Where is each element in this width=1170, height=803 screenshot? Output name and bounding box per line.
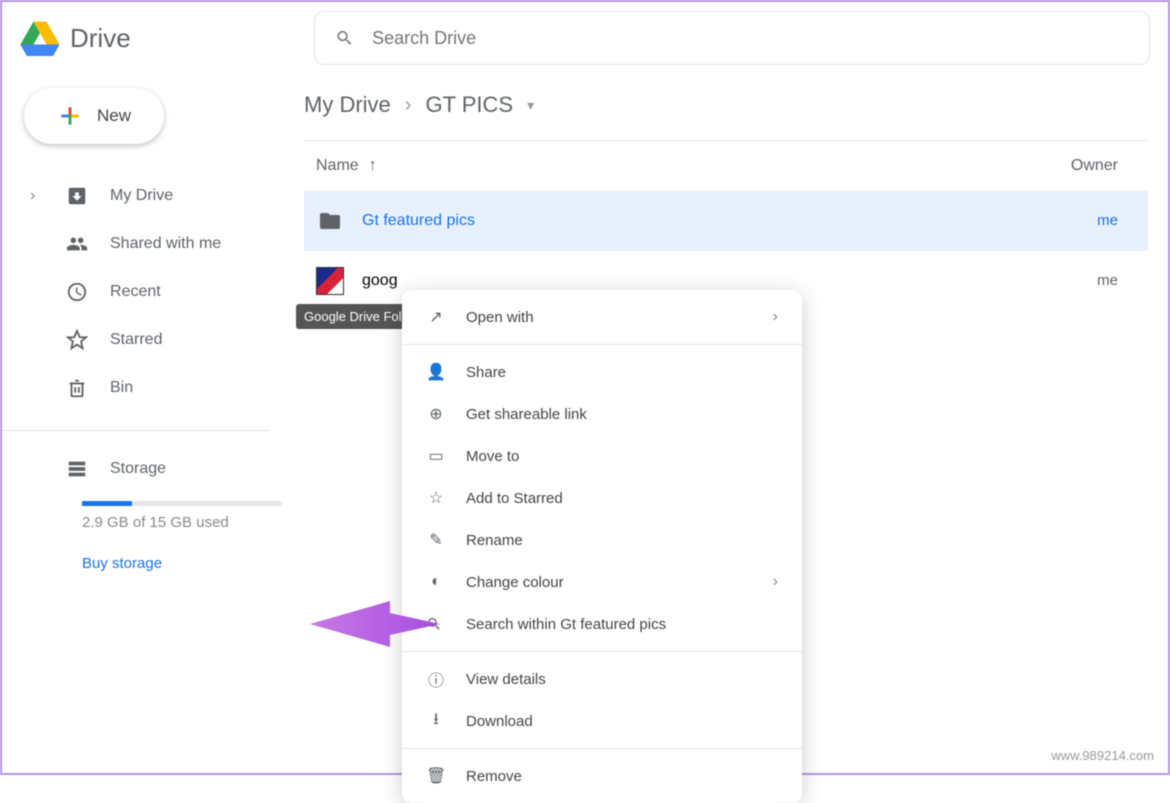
image-thumbnail-icon [316, 267, 344, 295]
folder-icon [316, 209, 344, 233]
breadcrumb: My Drive › GT PICS ▾ [304, 92, 1148, 141]
search-icon [335, 28, 354, 48]
plus-icon [57, 103, 83, 129]
separator [402, 748, 802, 749]
chevron-right-icon: › [30, 187, 44, 205]
storage-progress [82, 501, 282, 506]
table-row[interactable]: Gt featured pics me [304, 191, 1148, 251]
nav-label: Recent [110, 283, 161, 301]
ctx-rename[interactable]: ✎ Rename [402, 519, 802, 561]
trash-icon: 🗑 [426, 766, 446, 786]
person-add-icon: 👤 [426, 362, 446, 382]
ctx-view-details[interactable]: ⓘ View details [402, 658, 802, 700]
ctx-remove[interactable]: 🗑 Remove [402, 755, 802, 797]
sidebar-item-mydrive[interactable]: › My Drive [24, 172, 292, 220]
pencil-icon: ✎ [426, 530, 446, 550]
annotation-arrow-icon [310, 589, 440, 659]
nav-label: Shared with me [110, 235, 221, 253]
nav-label: My Drive [110, 187, 173, 205]
chevron-right-icon: › [405, 94, 412, 117]
search-input[interactable] [372, 28, 1129, 49]
ctx-move-to[interactable]: ▭ Move to [402, 435, 802, 477]
search-bar[interactable] [314, 11, 1150, 65]
storage-icon [66, 458, 88, 480]
breadcrumb-root[interactable]: My Drive [304, 92, 391, 118]
chevron-down-icon[interactable]: ▾ [527, 97, 534, 114]
buy-storage-link[interactable]: Buy storage [82, 555, 292, 572]
file-name: goog [362, 272, 398, 290]
storage-label: Storage [110, 460, 166, 478]
new-button-label: New [97, 106, 131, 126]
breadcrumb-current[interactable]: GT PICS [425, 92, 513, 118]
move-icon: ▭ [426, 446, 446, 466]
chevron-right-icon: › [773, 573, 778, 591]
header: Drive [2, 2, 1168, 74]
sidebar-item-recent[interactable]: Recent [24, 268, 292, 316]
divider [2, 430, 270, 431]
mydrive-icon [66, 185, 88, 207]
sidebar-item-shared[interactable]: Shared with me [24, 220, 292, 268]
sidebar: New › My Drive Shared with me Recent Sta… [2, 74, 292, 773]
separator [402, 344, 802, 345]
drive-logo-icon [20, 20, 60, 56]
file-name[interactable]: Gt featured pics [362, 212, 475, 230]
link-icon: ⊕ [426, 404, 446, 424]
context-menu: ↗ Open with › 👤 Share ⊕ Get shareable li… [402, 290, 802, 803]
trash-icon [66, 377, 88, 399]
storage-text: 2.9 GB of 15 GB used [82, 514, 292, 531]
sidebar-item-starred[interactable]: Starred [24, 316, 292, 364]
info-icon: ⓘ [426, 667, 446, 691]
star-icon: ☆ [426, 488, 446, 508]
people-icon [66, 233, 88, 255]
app-name: Drive [70, 23, 131, 54]
watermark: www.989214.com [1051, 748, 1154, 763]
nav-label: Starred [110, 331, 162, 349]
ctx-shareable-link[interactable]: ⊕ Get shareable link [402, 393, 802, 435]
clock-icon [66, 281, 88, 303]
chevron-right-icon: › [773, 308, 778, 326]
ctx-download[interactable]: ⭳ Download [402, 700, 802, 742]
ctx-change-colour[interactable]: ◐ Change colour › [402, 561, 802, 603]
col-name[interactable]: Name ↑ [316, 157, 377, 175]
nav-label: Bin [110, 379, 133, 397]
ctx-open-with[interactable]: ↗ Open with › [402, 296, 802, 338]
column-headers: Name ↑ Owner [304, 141, 1148, 191]
arrow-up-icon: ↑ [369, 157, 377, 175]
sidebar-item-storage[interactable]: Storage [24, 449, 292, 489]
file-owner: me [1097, 212, 1118, 229]
col-owner[interactable]: Owner [1071, 157, 1118, 175]
star-icon [66, 329, 88, 351]
logo-area[interactable]: Drive [20, 20, 290, 56]
new-button[interactable]: New [24, 88, 164, 144]
ctx-search-within[interactable]: Search within Gt featured pics [402, 603, 802, 645]
main-area: My Drive › GT PICS ▾ Name ↑ Owner Gt fea… [292, 74, 1168, 773]
ctx-add-starred[interactable]: ☆ Add to Starred [402, 477, 802, 519]
separator [402, 651, 802, 652]
open-with-icon: ↗ [426, 307, 446, 327]
file-owner: me [1097, 272, 1118, 289]
download-icon: ⭳ [426, 708, 446, 735]
ctx-share[interactable]: 👤 Share [402, 351, 802, 393]
sidebar-item-bin[interactable]: Bin [24, 364, 292, 412]
